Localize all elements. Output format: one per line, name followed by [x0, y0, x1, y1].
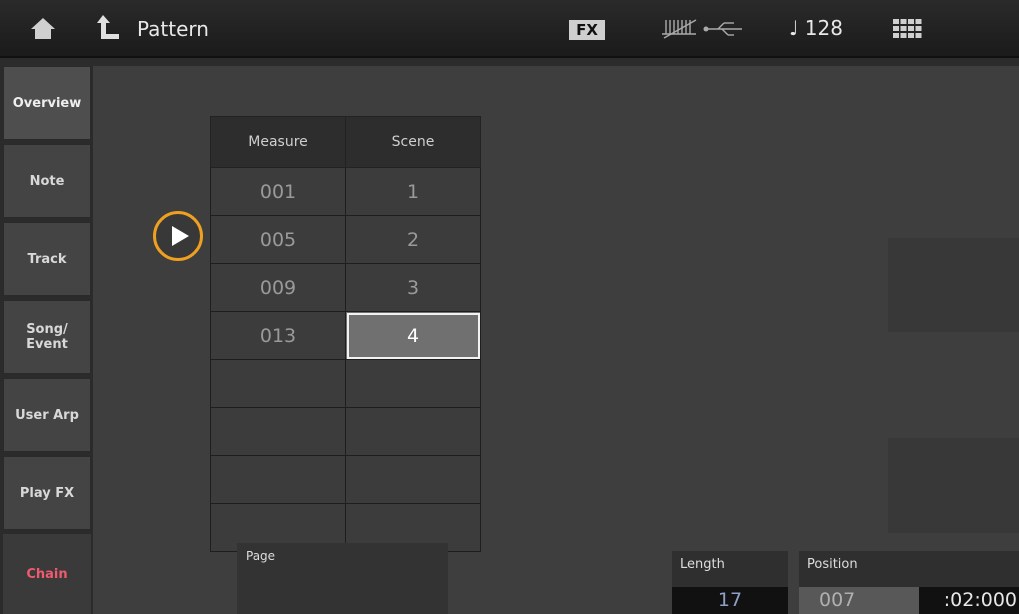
position-label: Position — [807, 557, 858, 572]
scene-column-header: Scene — [345, 116, 481, 168]
table-row: 009 3 — [210, 263, 481, 312]
sidebar-item-user-arp[interactable]: User Arp — [3, 378, 91, 452]
scene-cell-selected[interactable]: 4 — [345, 311, 481, 360]
right-panel-box — [888, 238, 1019, 332]
measure-cell[interactable] — [210, 407, 346, 456]
table-row — [210, 359, 481, 408]
measure-cell[interactable]: 005 — [210, 215, 346, 264]
position-box[interactable]: Position 007 :02:000 — [799, 551, 1019, 614]
measure-cell[interactable]: 013 — [210, 311, 346, 360]
position-time[interactable]: :02:000 — [919, 587, 1019, 614]
table-row — [210, 407, 481, 456]
page-title: Pattern — [137, 17, 209, 41]
table-row: 013 4 — [210, 311, 481, 360]
scene-cell[interactable]: 2 — [345, 215, 481, 264]
table-row: 001 1 — [210, 167, 481, 216]
measure-cell[interactable]: 009 — [210, 263, 346, 312]
sidebar-item-track[interactable]: Track — [3, 222, 91, 296]
scene-cell[interactable] — [345, 359, 481, 408]
play-button[interactable] — [153, 211, 203, 261]
sidebar-item-overview[interactable]: Overview — [3, 66, 91, 140]
right-panel-box — [888, 438, 1019, 533]
home-icon[interactable] — [30, 16, 56, 40]
length-value[interactable]: 17 — [672, 587, 788, 614]
scene-cell[interactable]: 3 — [345, 263, 481, 312]
back-arrow-icon[interactable] — [95, 13, 121, 41]
midi-usb-icon — [662, 19, 742, 39]
sidebar-item-play-fx[interactable]: Play FX — [3, 456, 91, 530]
measure-cell[interactable] — [210, 359, 346, 408]
page-box[interactable]: Page — [237, 543, 448, 614]
scene-cell[interactable] — [345, 455, 481, 504]
scene-cell[interactable]: 1 — [345, 167, 481, 216]
quick-access-grid-icon[interactable] — [893, 19, 922, 38]
position-bar: 007 :02:000 — [799, 587, 1019, 614]
length-label: Length — [680, 557, 725, 572]
play-icon — [172, 226, 189, 246]
page-label: Page — [246, 549, 276, 563]
sidebar-item-chain[interactable]: Chain — [3, 534, 91, 614]
sidebar-item-note[interactable]: Note — [3, 144, 91, 218]
measure-cell[interactable] — [210, 455, 346, 504]
top-bar: Pattern FX ♩ 128 — [0, 0, 1019, 58]
fx-button[interactable]: FX — [569, 20, 605, 40]
table-row — [210, 455, 481, 504]
sidebar-item-song-event[interactable]: Song/ Event — [3, 300, 91, 374]
measure-column-header: Measure — [210, 116, 346, 168]
measure-cell[interactable]: 001 — [210, 167, 346, 216]
position-measure[interactable]: 007 — [819, 587, 855, 614]
length-box[interactable]: Length 17 — [672, 551, 788, 614]
header-strip — [0, 58, 1019, 66]
scene-cell[interactable] — [345, 407, 481, 456]
table-row: 005 2 — [210, 215, 481, 264]
tempo-display[interactable]: ♩ 128 — [789, 16, 843, 40]
sidebar: Overview Note Track Song/ Event User Arp… — [0, 66, 93, 614]
chain-table: Measure Scene 001 1 005 2 009 3 013 4 — [210, 116, 481, 552]
